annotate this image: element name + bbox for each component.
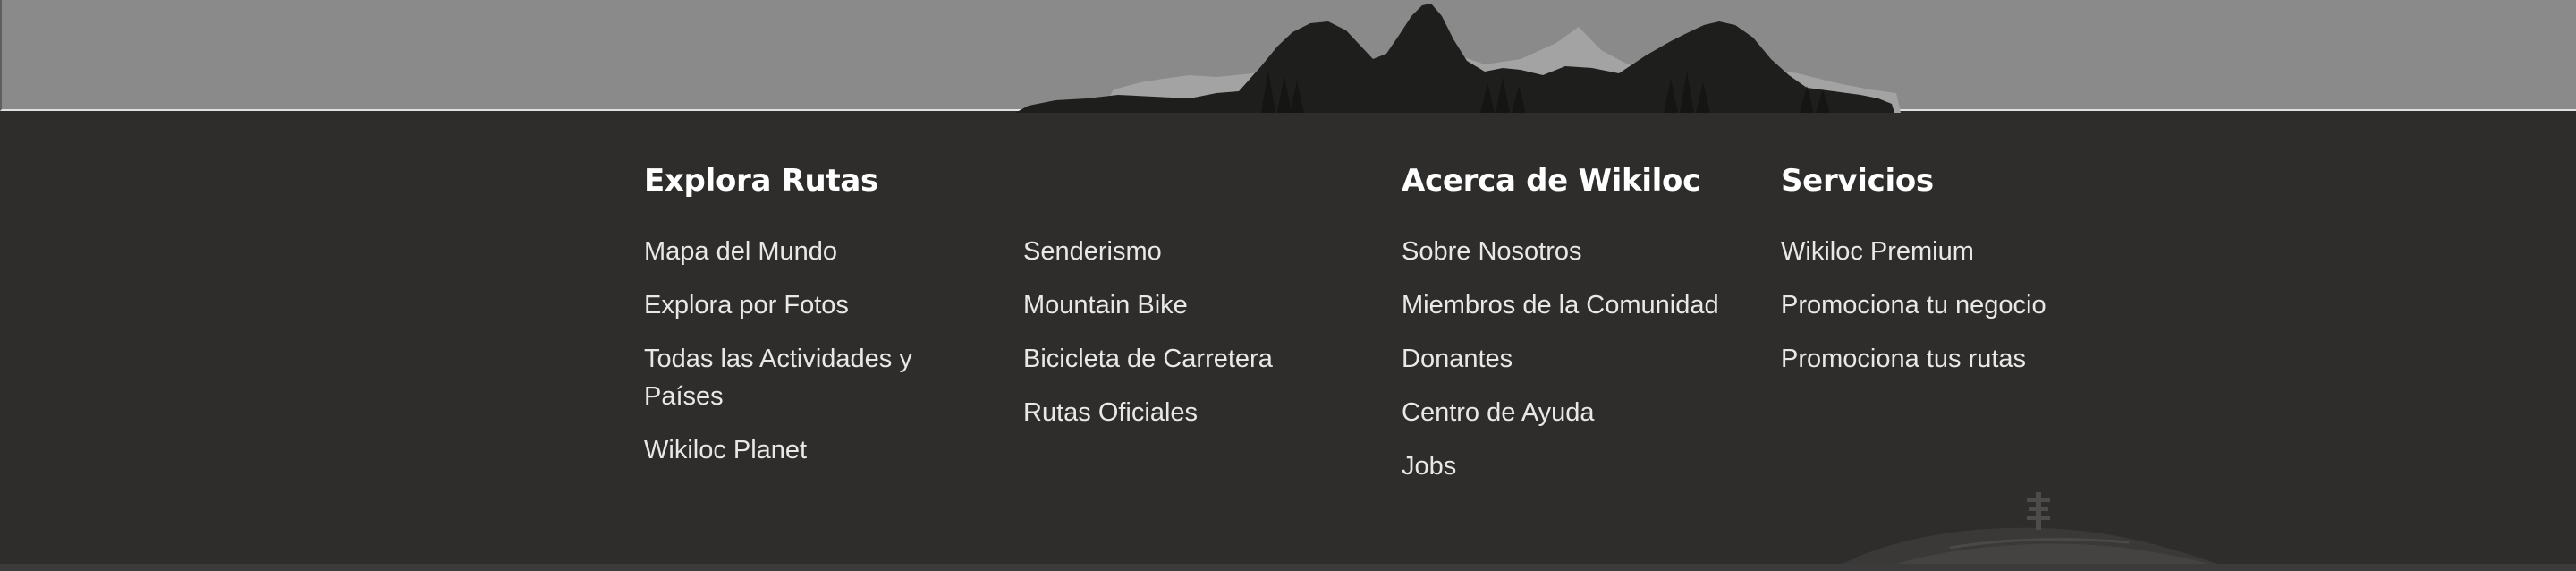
mountain-range-illustration	[1015, 4, 1901, 113]
hill-signpost-illustration	[1843, 492, 2218, 564]
column-heading: Servicios	[1781, 163, 1934, 199]
link-todas-las-actividades[interactable]: Todas las Actividades y Países	[644, 340, 948, 415]
footer-column-explora-rutas: Explora Rutas Mapa del Mundo Explora por…	[644, 161, 948, 464]
link-explora-por-fotos[interactable]: Explora por Fotos	[644, 286, 948, 324]
link-centro-de-ayuda[interactable]: Centro de Ayuda	[1402, 394, 1719, 431]
footer-column-acerca-de-wikiloc: Acerca de Wikiloc Sobre Nosotros Miembro…	[1402, 161, 1759, 481]
link-promociona-tu-negocio[interactable]: Promociona tu negocio	[1781, 286, 2046, 324]
link-list: Wikiloc Premium Promociona tu negocio Pr…	[1781, 233, 2046, 394]
link-promociona-tus-rutas[interactable]: Promociona tus rutas	[1781, 340, 2046, 378]
footer-column-activities: Senderismo Mountain Bike Bicicleta de Ca…	[1023, 161, 1327, 427]
footer-bottom-bar	[0, 564, 2576, 571]
column-heading: Explora Rutas	[644, 163, 878, 199]
link-wikiloc-premium[interactable]: Wikiloc Premium	[1781, 233, 2046, 270]
link-list: Mapa del Mundo Explora por Fotos Todas l…	[644, 233, 948, 485]
column-heading: Acerca de Wikiloc	[1402, 163, 1700, 199]
link-list: Sobre Nosotros Miembros de la Comunidad …	[1402, 233, 1719, 501]
link-list: Senderismo Mountain Bike Bicicleta de Ca…	[1023, 233, 1273, 447]
link-rutas-oficiales[interactable]: Rutas Oficiales	[1023, 394, 1273, 431]
link-senderismo[interactable]: Senderismo	[1023, 233, 1273, 270]
link-bicicleta-de-carretera[interactable]: Bicicleta de Carretera	[1023, 340, 1273, 378]
footer-column-servicios: Servicios Wikiloc Premium Promociona tu …	[1781, 161, 2139, 373]
link-wikiloc-planet[interactable]: Wikiloc Planet	[644, 431, 948, 469]
link-mountain-bike[interactable]: Mountain Bike	[1023, 286, 1273, 324]
link-sobre-nosotros[interactable]: Sobre Nosotros	[1402, 233, 1719, 270]
link-jobs[interactable]: Jobs	[1402, 447, 1719, 485]
link-mapa-del-mundo[interactable]: Mapa del Mundo	[644, 233, 948, 270]
column-heading	[1023, 161, 1327, 200]
link-miembros-de-la-comunidad[interactable]: Miembros de la Comunidad	[1402, 286, 1719, 324]
link-donantes[interactable]: Donantes	[1402, 340, 1719, 378]
